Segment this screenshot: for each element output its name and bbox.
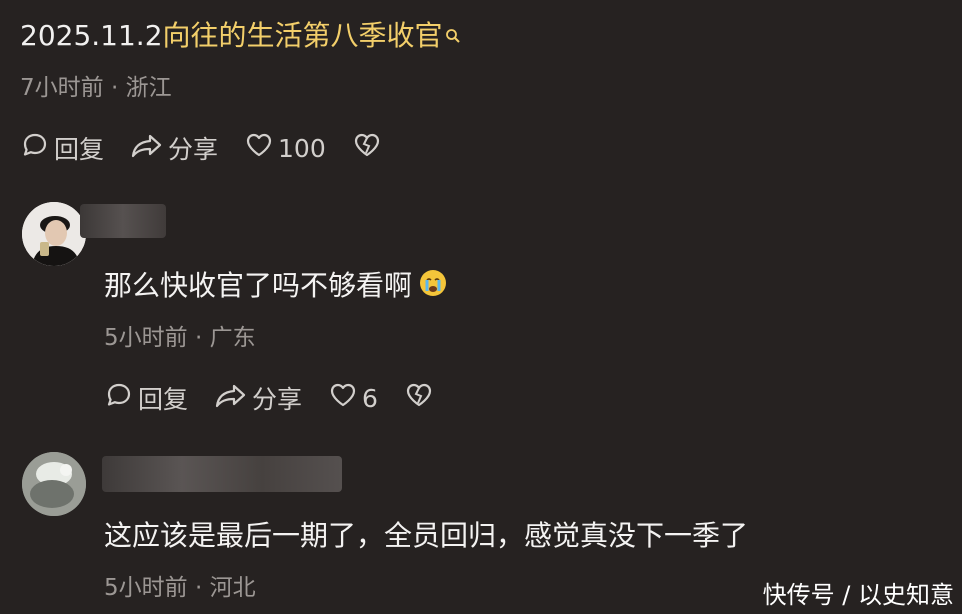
share-label: 分享 [168, 135, 219, 164]
search-link[interactable]: 向往的生活第八季收官 [163, 19, 443, 52]
heart-icon [244, 130, 278, 166]
share-button[interactable]: 分享 [214, 380, 302, 416]
dislike-button[interactable] [404, 380, 438, 416]
watermark: 快传号 / 以史知意 [762, 581, 954, 609]
broken-heart-icon [352, 130, 386, 166]
search-icon[interactable] [445, 18, 461, 51]
like-count: 6 [362, 383, 378, 413]
reply-label: 回复 [54, 135, 105, 164]
post-actions: 回复 分享 100 [20, 130, 412, 166]
like-button[interactable]: 100 [244, 130, 326, 166]
username-redacted [102, 456, 342, 492]
share-label: 分享 [252, 385, 303, 414]
comment-actions: 回复 分享 6 [104, 380, 464, 416]
comment-text: 这应该是最后一期了，全员回归，感觉真没下一季了 [104, 519, 749, 552]
post-title-line: 2025.11.2向往的生活第八季收官 [20, 14, 461, 54]
reply-label: 回复 [138, 385, 189, 414]
username-redacted [80, 204, 166, 238]
heart-icon [328, 380, 362, 416]
comment-meta: 5小时前 · 河北 [104, 575, 256, 601]
share-icon [214, 380, 252, 416]
broken-heart-icon [404, 380, 438, 416]
reply-button[interactable]: 回复 [20, 130, 104, 166]
like-count: 100 [278, 133, 326, 163]
post-meta: 7小时前 · 浙江 [20, 75, 172, 101]
comment-icon [104, 380, 138, 416]
comment-body: 那么快收官了吗不够看啊 [104, 269, 413, 302]
like-button[interactable]: 6 [328, 380, 378, 416]
comment-icon [20, 130, 54, 166]
avatar[interactable] [22, 452, 86, 516]
share-button[interactable]: 分享 [130, 130, 218, 166]
comment-meta: 5小时前 · 广东 [104, 325, 256, 351]
avatar[interactable] [22, 202, 86, 266]
dislike-button[interactable] [352, 130, 386, 166]
post-date: 2025.11.2 [20, 19, 163, 52]
share-icon [130, 130, 168, 166]
comment-text: 那么快收官了吗不够看啊 [104, 264, 448, 305]
crying-face-icon [418, 268, 448, 305]
comment-thread: 2025.11.2向往的生活第八季收官 7小时前 · 浙江 回复 分享 100 [0, 0, 962, 614]
reply-button[interactable]: 回复 [104, 380, 188, 416]
